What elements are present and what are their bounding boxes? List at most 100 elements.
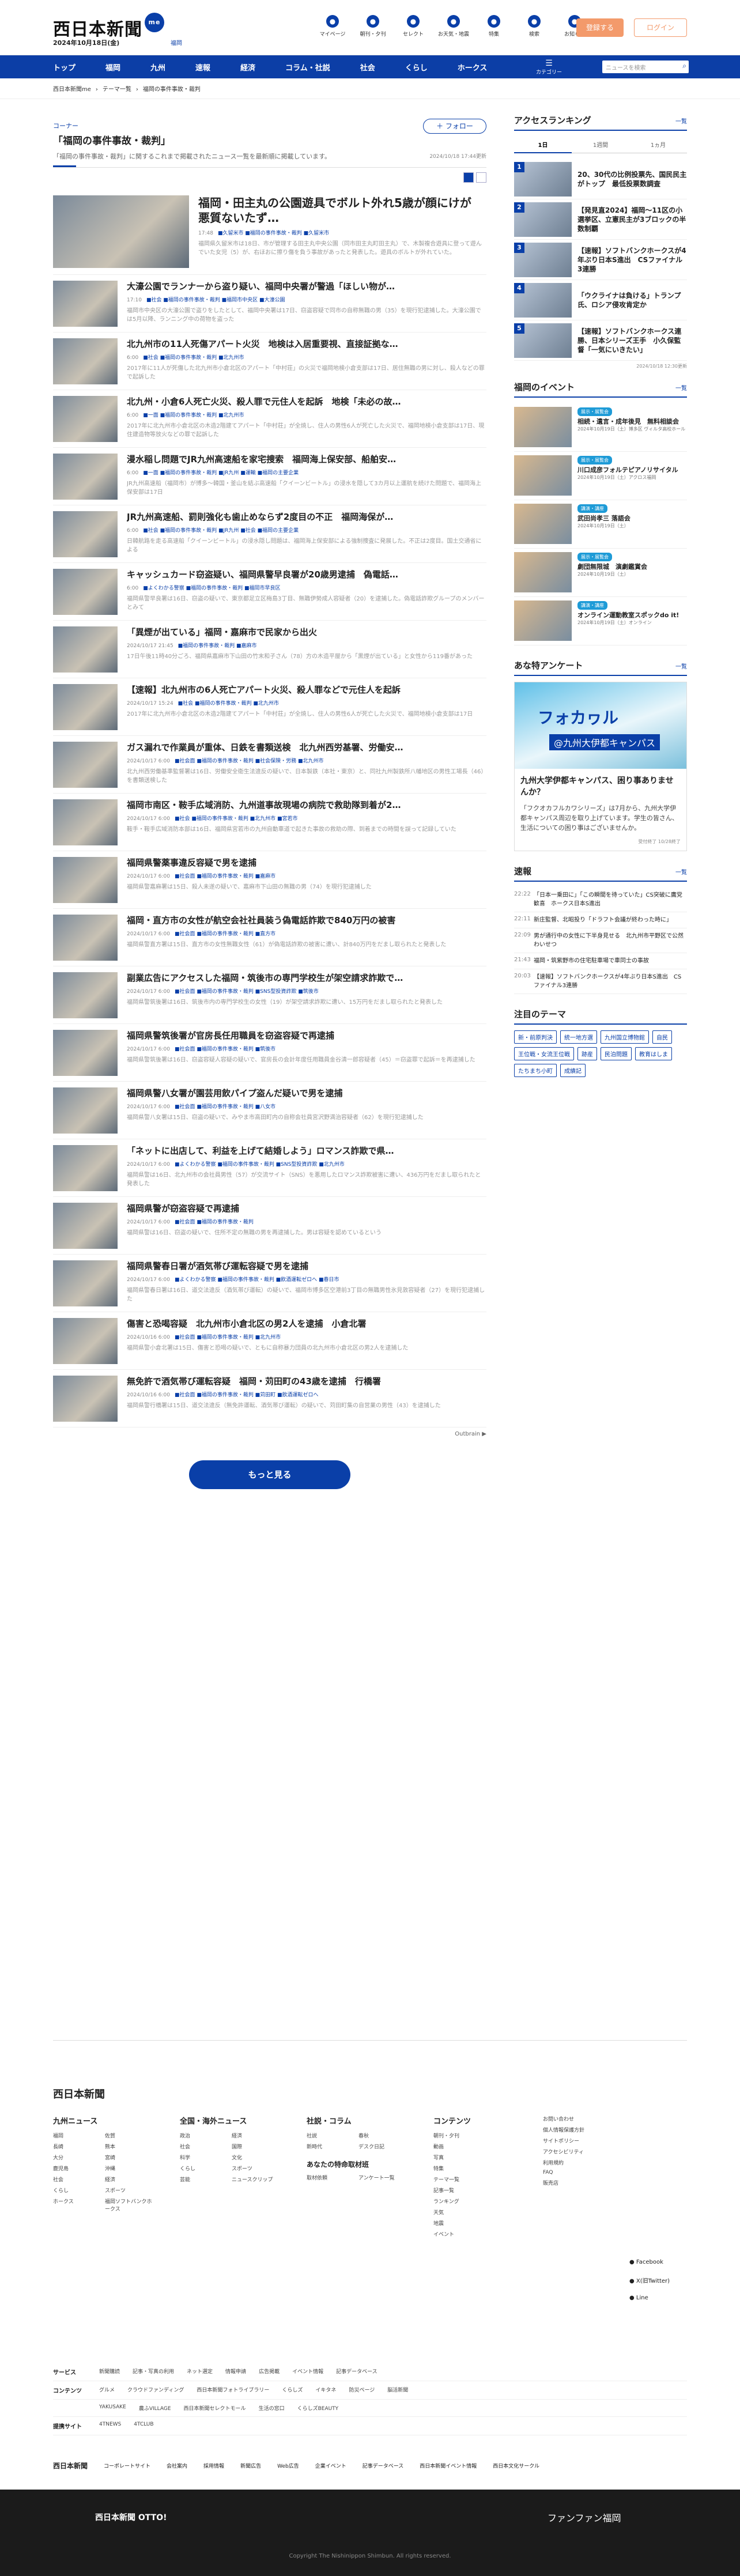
utility-search[interactable]: ● 検索 <box>518 15 551 37</box>
breadcrumb-item[interactable]: テーマ一覧 <box>103 86 131 93</box>
event-item[interactable]: 講演・講座 武田尚孝三 落語会 2024年10月19日（土） <box>514 500 687 549</box>
footer-link[interactable]: お問い合わせ <box>543 2115 629 2122</box>
nav-item[interactable]: トップ <box>53 62 89 73</box>
article-title[interactable]: ガス漏れで作業員が重体、日鉄を書類送検 北九州西労基署、労働安… <box>127 742 486 753</box>
breadcrumb-item[interactable]: 西日本新聞me <box>53 86 91 93</box>
article-item[interactable]: 福岡県警薬事違反容疑で男を逮捕 2024/10/17 6:00 ■社会面 ■福岡の事… <box>53 851 486 909</box>
grid-view-button[interactable] <box>476 172 486 183</box>
theme-tag[interactable]: たちまち小町 <box>514 1064 557 1077</box>
sokuho-item[interactable]: 22:09 男が通行中の女性に下半身見せる 北九州市平野区で公然わいせつ <box>514 928 687 953</box>
search-input[interactable]: ニュースを検索 ⌕ <box>602 61 689 73</box>
footer-link[interactable]: 農ふVILLAGE <box>139 2404 171 2412</box>
article-thumbnail[interactable] <box>53 915 118 961</box>
footer-logo[interactable]: 西日本新聞 <box>53 2086 105 2101</box>
corp-link[interactable]: 新聞広告 <box>240 2462 261 2469</box>
footer-link[interactable]: 動画 <box>433 2143 520 2150</box>
article-tags[interactable]: ■社会面 ■福岡の事件事故・裁判 ■社会保険・労務 ■北九州市 <box>175 758 324 764</box>
corp-link[interactable]: 西日本新聞イベント情報 <box>420 2462 477 2469</box>
ranking-tab[interactable]: 1ヵ月 <box>629 137 687 153</box>
article-title[interactable]: 無免許で酒気帯び運転容疑 福岡・苅田町の43歳を逮捕 行橋署 <box>127 1376 486 1387</box>
social-0[interactable]: ● Facebook <box>629 2259 670 2265</box>
footer-link[interactable]: 科学 <box>180 2154 232 2161</box>
article-title[interactable]: 福岡県警八女署が園芸用飲パイプ盗んだ疑いで男を逮捕 <box>127 1087 486 1099</box>
footer-link[interactable]: サイトポリシー <box>543 2137 629 2144</box>
fanfan-logo[interactable]: ファンファン福岡 <box>548 2510 621 2524</box>
article-tags[interactable]: ■社会面 ■福岡の事件事故・裁判 <box>175 1219 254 1225</box>
footer-link[interactable]: 福岡 <box>53 2132 105 2139</box>
event-item[interactable]: 展示・展覧会 相続・遺言・成年後見 無料相談会 2024年10月19日（土）博多区 … <box>514 403 687 452</box>
ranking-item[interactable]: 5 【速報】ソフトバンクホークス連勝、日本シリーズ王手 小久保監督「一気にいきたい… <box>514 320 687 361</box>
footer-link[interactable]: イベント情報 <box>292 2367 323 2376</box>
utility-book[interactable]: ● 特集 <box>477 15 511 37</box>
article-title[interactable]: 福岡・直方市の女性が航空会社社員装う偽電話詐欺で840万円の被害 <box>127 915 486 926</box>
site-logo[interactable]: 西日本新聞 me <box>53 13 164 40</box>
footer-link[interactable]: テーマ一覧 <box>433 2175 520 2183</box>
nav-item[interactable]: 社会 <box>360 62 389 73</box>
article-tags[interactable]: ■久留米市 ■福岡の事件事故・裁判 ■久留米市 <box>218 231 329 236</box>
article-title[interactable]: 【速報】北九州市の6人死亡アパート火災、殺人罪などで元住人を起訴 <box>127 684 486 696</box>
enquete-more-link[interactable]: 一覧 <box>675 662 687 670</box>
footer-link[interactable]: 新聞購読 <box>99 2367 120 2376</box>
otto-logo[interactable]: 西日本新聞 OTTO! <box>95 2511 167 2523</box>
footer-column-title[interactable]: 九州ニュース <box>53 2115 157 2126</box>
footer-link[interactable]: 朝刊・夕刊 <box>433 2132 520 2139</box>
article-tags[interactable]: ■社会 ■福岡の事件事故・裁判 ■JR九州 ■社会 ■福岡の主要企業 <box>143 528 299 534</box>
ranking-item[interactable]: 2 【発見直2024】福岡〜11区の小選挙区、立憲民主が3ブロックの半数制覇 <box>514 199 687 240</box>
footer-link[interactable]: 地震 <box>433 2219 520 2227</box>
login-button[interactable]: ログイン <box>634 18 687 37</box>
article-item[interactable]: 北九州・小倉6人死亡火災、殺人罪で元住人を起訴 地検「未必の故… 6:00 ■一面 … <box>53 390 486 448</box>
sokuho-item[interactable]: 22:11 新庄監督、北昭投り「ドラフト会議が終わった時に」 <box>514 912 687 928</box>
article-thumbnail[interactable] <box>53 1260 118 1306</box>
footer-link[interactable]: ホークス <box>53 2197 105 2212</box>
nav-item[interactable]: 九州 <box>150 62 179 73</box>
social-1[interactable]: ● X(旧Twitter) <box>629 2276 670 2284</box>
article-thumbnail[interactable] <box>53 511 118 557</box>
ranking-more-link[interactable]: 一覧 <box>675 116 687 125</box>
article-item[interactable]: 福岡・田主丸の公園遊具でボルト外れ5歳が顔にけが 悪質ないたず… 17:48 ■久留… <box>53 190 486 275</box>
outbrain-credit[interactable]: Outbrain ▶ <box>53 1431 486 1437</box>
events-more-link[interactable]: 一覧 <box>675 383 687 392</box>
corp-link[interactable]: Web広告 <box>277 2462 299 2469</box>
article-tags[interactable]: ■一面 ■福岡の事件事故・裁判 ■北九州市 <box>143 413 244 418</box>
article-thumbnail[interactable] <box>53 799 118 845</box>
footer-link[interactable]: 防災ページ <box>349 2386 375 2394</box>
article-thumbnail[interactable] <box>53 1087 118 1134</box>
article-thumbnail[interactable] <box>53 857 118 903</box>
article-tags[interactable]: ■よくわかる警察 ■福岡の事件事故・裁判 ■福岡市早良区 <box>143 586 280 591</box>
article-tags[interactable]: ■社会 ■福岡の事件事故・裁判 ■北九州市 ■宮若市 <box>175 816 298 822</box>
article-item[interactable]: 大濠公園でランナーから盗り疑い、福岡中央署が警過「ほしい物が… 17:10 ■社会 … <box>53 275 486 333</box>
theme-tag[interactable]: 新・前原判決 <box>514 1030 557 1044</box>
footer-link[interactable]: 記事データベース <box>336 2367 377 2376</box>
event-item[interactable]: 展示・展覧会 劇団無限城 演劇鑑賞会 2024年10月19日（土） <box>514 549 687 597</box>
article-item[interactable]: 福岡県警が窃盗容疑で再逮捕 2024/10/17 6:00 ■社会面 ■福岡の事件事… <box>53 1197 486 1255</box>
article-thumbnail[interactable] <box>53 195 189 268</box>
footer-link[interactable]: 社説 <box>307 2132 358 2139</box>
utility-weather[interactable]: ● お天気・地震 <box>437 15 470 37</box>
article-tags[interactable]: ■社会面 ■福岡の事件事故・裁判 ■苅田町 ■飲酒運転ゼロへ <box>175 1392 319 1398</box>
article-thumbnail[interactable] <box>53 396 118 442</box>
footer-link[interactable]: 4TNEWS <box>99 2422 121 2430</box>
article-title[interactable]: 福岡県警筑後署が官房長任用職員を窃盗容疑で再逮捕 <box>127 1030 486 1041</box>
article-thumbnail[interactable] <box>53 626 118 673</box>
article-tags[interactable]: ■社会 ■福岡の事件事故・裁判 ■北九州市 <box>178 701 279 707</box>
article-title[interactable]: JR九州高速船、罰則強化も歯止めならず2度目の不正 福岡海保が… <box>127 511 486 523</box>
list-view-button[interactable] <box>463 172 474 183</box>
article-tags[interactable]: ■社会面 ■福岡の事件事故・裁判 ■直方市 <box>175 931 275 937</box>
footer-link[interactable]: くらしズBEAUTY <box>297 2404 339 2412</box>
enquete-card[interactable]: フォカヮル @九州大伊都キャンパス 九州大学伊都キャンパス、困り事ありませんか？ … <box>514 682 687 851</box>
theme-tag[interactable]: 成績記 <box>560 1064 586 1077</box>
article-thumbnail[interactable] <box>53 338 118 384</box>
footer-link[interactable]: 販売店 <box>543 2179 629 2186</box>
article-title[interactable]: 福岡・田主丸の公園遊具でボルト外れ5歳が顔にけが 悪質ないたず… <box>198 195 486 225</box>
article-thumbnail[interactable] <box>53 454 118 500</box>
article-thumbnail[interactable] <box>53 742 118 788</box>
follow-button[interactable]: ＋ フォロー <box>423 119 486 134</box>
theme-tag[interactable]: 教育はしま <box>635 1047 672 1060</box>
article-item[interactable]: 福岡県警筑後署が官房長任用職員を窃盗容疑で再逮捕 2024/10/17 6:00 ■… <box>53 1024 486 1082</box>
footer-link[interactable]: 熊本 <box>105 2143 157 2150</box>
corp-link[interactable]: 記事データベース <box>363 2462 404 2469</box>
footer-link[interactable]: アンケート一覧 <box>358 2174 410 2181</box>
footer-link[interactable]: 西日本新聞フォトライブラリー <box>197 2386 269 2394</box>
footer-link[interactable]: アクセシビリティ <box>543 2148 629 2155</box>
footer-column-title[interactable]: 社説・コラム <box>307 2115 410 2126</box>
